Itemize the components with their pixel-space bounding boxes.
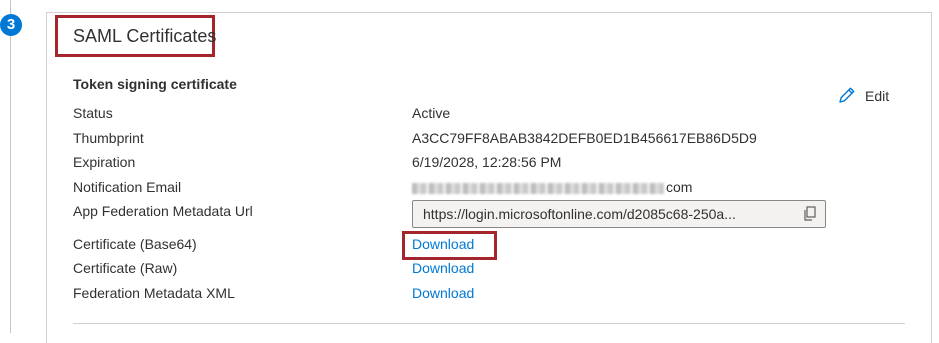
expiration-value: 6/19/2028, 12:28:56 PM xyxy=(412,154,562,170)
token-signing-heading: Token signing certificate xyxy=(73,76,237,92)
copy-icon[interactable] xyxy=(795,201,825,227)
download-federation-xml-link[interactable]: Download xyxy=(412,285,474,301)
notification-email-suffix: com xyxy=(666,179,693,195)
edit-button[interactable]: Edit xyxy=(837,85,889,107)
metadata-url-label: App Federation Metadata Url xyxy=(73,203,253,219)
status-label: Status xyxy=(73,105,113,121)
step-number-badge: 3 xyxy=(0,14,22,36)
section-title: SAML Certificates xyxy=(73,26,217,46)
edit-label: Edit xyxy=(865,88,890,104)
expiration-label: Expiration xyxy=(73,154,136,170)
section-divider xyxy=(73,323,905,324)
metadata-url-field[interactable]: https://login.microsoftonline.com/d2085c… xyxy=(412,200,826,228)
thumbprint-label: Thumbprint xyxy=(73,130,144,146)
federation-xml-label: Federation Metadata XML xyxy=(73,285,235,301)
notification-email-label: Notification Email xyxy=(73,179,182,195)
download-cert-raw-link[interactable]: Download xyxy=(412,260,474,276)
notification-email-value: com xyxy=(412,179,692,195)
cert-base64-label: Certificate (Base64) xyxy=(73,236,197,252)
pencil-icon xyxy=(837,85,857,108)
download-cert-base64-link[interactable]: Download xyxy=(412,236,474,252)
step-rail xyxy=(10,0,11,333)
cert-raw-label: Certificate (Raw) xyxy=(73,260,178,276)
thumbprint-value: A3CC79FF8ABAB3842DEFB0ED1B456617EB86D5D9 xyxy=(412,130,757,146)
status-value: Active xyxy=(412,105,451,121)
metadata-url-value[interactable]: https://login.microsoftonline.com/d2085c… xyxy=(413,206,795,222)
redacted-email xyxy=(412,182,664,194)
